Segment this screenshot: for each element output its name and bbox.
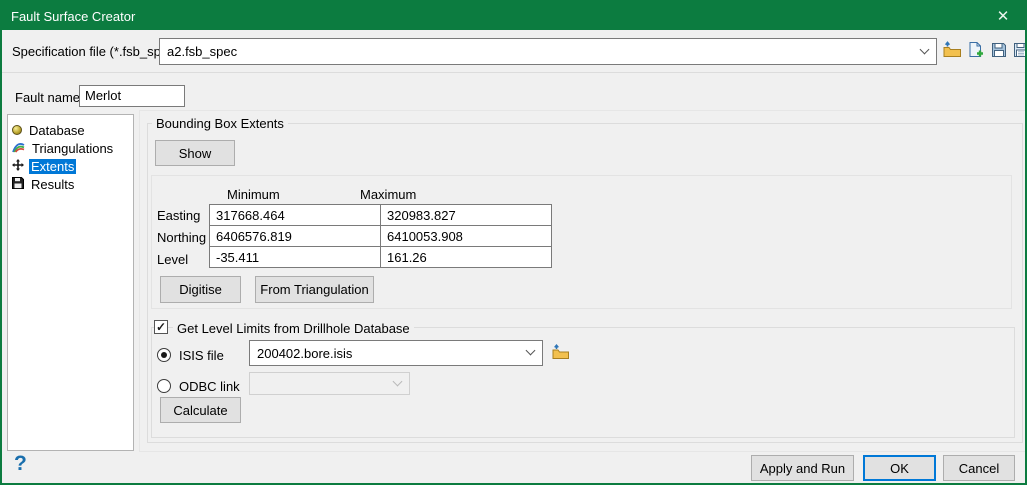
level-max-cell[interactable]: 161.26 [381, 247, 552, 268]
chevron-down-icon [393, 376, 403, 386]
get-level-limits-checkbox[interactable]: ✓ [154, 320, 168, 334]
digitise-button[interactable]: Digitise [160, 276, 241, 303]
sidebar-item-triangulations[interactable]: Triangulations [12, 139, 133, 157]
sidebar-item-extents[interactable]: Extents [12, 157, 133, 175]
isis-open-folder-icon[interactable] [551, 344, 570, 363]
sidebar-item-results[interactable]: Results [12, 175, 133, 193]
northing-max-cell[interactable]: 6410053.908 [381, 226, 552, 247]
window-title: Fault Surface Creator [11, 9, 135, 24]
triangulation-surface-icon [12, 141, 25, 156]
ok-button[interactable]: OK [863, 455, 936, 481]
easting-min-cell[interactable]: 317668.464 [210, 205, 381, 226]
spec-toolbar [942, 41, 1027, 61]
odbc-link-label: ODBC link [179, 379, 240, 394]
sidebar-item-label: Extents [29, 159, 76, 174]
chevron-down-icon[interactable] [526, 346, 536, 356]
cancel-button[interactable]: Cancel [943, 455, 1015, 481]
odbc-link-radio[interactable] [157, 379, 171, 393]
fault-name-input[interactable]: Merlot [79, 85, 185, 107]
column-header-maximum: Maximum [360, 187, 416, 202]
help-icon[interactable]: ? [14, 452, 27, 476]
isis-file-value: 200402.bore.isis [257, 346, 352, 361]
save-icon[interactable] [991, 42, 1007, 61]
row-label-level: Level [157, 252, 188, 267]
easting-max-cell[interactable]: 320983.827 [381, 205, 552, 226]
row-label-easting: Easting [157, 208, 200, 223]
calculate-button[interactable]: Calculate [160, 397, 241, 423]
radio-dot [161, 352, 167, 358]
table-row: 6406576.819 6410053.908 [210, 226, 552, 247]
table-row: -35.411 161.26 [210, 247, 552, 268]
fault-name-label: Fault name [15, 90, 80, 105]
chevron-down-icon[interactable] [920, 44, 930, 54]
save-as-icon[interactable] [1013, 42, 1027, 61]
fault-surface-creator-dialog: Fault Surface Creator ✕ Specification fi… [0, 0, 1027, 485]
open-folder-icon[interactable] [942, 41, 962, 61]
floppy-disk-icon [12, 177, 24, 192]
drillhole-group-label: Get Level Limits from Drillhole Database [173, 321, 414, 336]
sidebar-item-database[interactable]: Database [12, 121, 133, 139]
sidebar-item-label: Results [29, 177, 76, 192]
northing-min-cell[interactable]: 6406576.819 [210, 226, 381, 247]
show-button[interactable]: Show [155, 140, 235, 166]
column-header-minimum: Minimum [227, 187, 280, 202]
sidebar-item-label: Triangulations [30, 141, 115, 156]
isis-file-combobox[interactable]: 200402.bore.isis [249, 340, 543, 366]
database-sphere-icon [12, 125, 22, 135]
close-icon[interactable]: ✕ [981, 2, 1025, 30]
titlebar[interactable]: Fault Surface Creator [2, 2, 1025, 30]
sidebar-item-label: Database [27, 123, 87, 138]
spec-file-label: Specification file (*.fsb_spec) [12, 44, 179, 59]
isis-file-radio[interactable] [157, 348, 171, 362]
spec-file-combobox[interactable]: a2.fsb_spec [159, 38, 937, 65]
move-cross-icon [12, 159, 24, 174]
group-title: Bounding Box Extents [152, 116, 288, 131]
level-min-cell[interactable]: -35.411 [210, 247, 381, 268]
row-label-northing: Northing [157, 230, 206, 245]
apply-and-run-button[interactable]: Apply and Run [751, 455, 854, 481]
sidebar-tree: Database Triangulations Extents [7, 114, 134, 451]
section-divider [2, 72, 1025, 73]
from-triangulation-button[interactable]: From Triangulation [255, 276, 374, 303]
spec-file-value: a2.fsb_spec [167, 44, 237, 59]
table-row: 317668.464 320983.827 [210, 205, 552, 226]
new-file-icon[interactable] [968, 41, 985, 61]
extents-table: 317668.464 320983.827 6406576.819 641005… [209, 204, 552, 268]
isis-file-label: ISIS file [179, 348, 224, 363]
odbc-link-combobox [249, 372, 410, 395]
